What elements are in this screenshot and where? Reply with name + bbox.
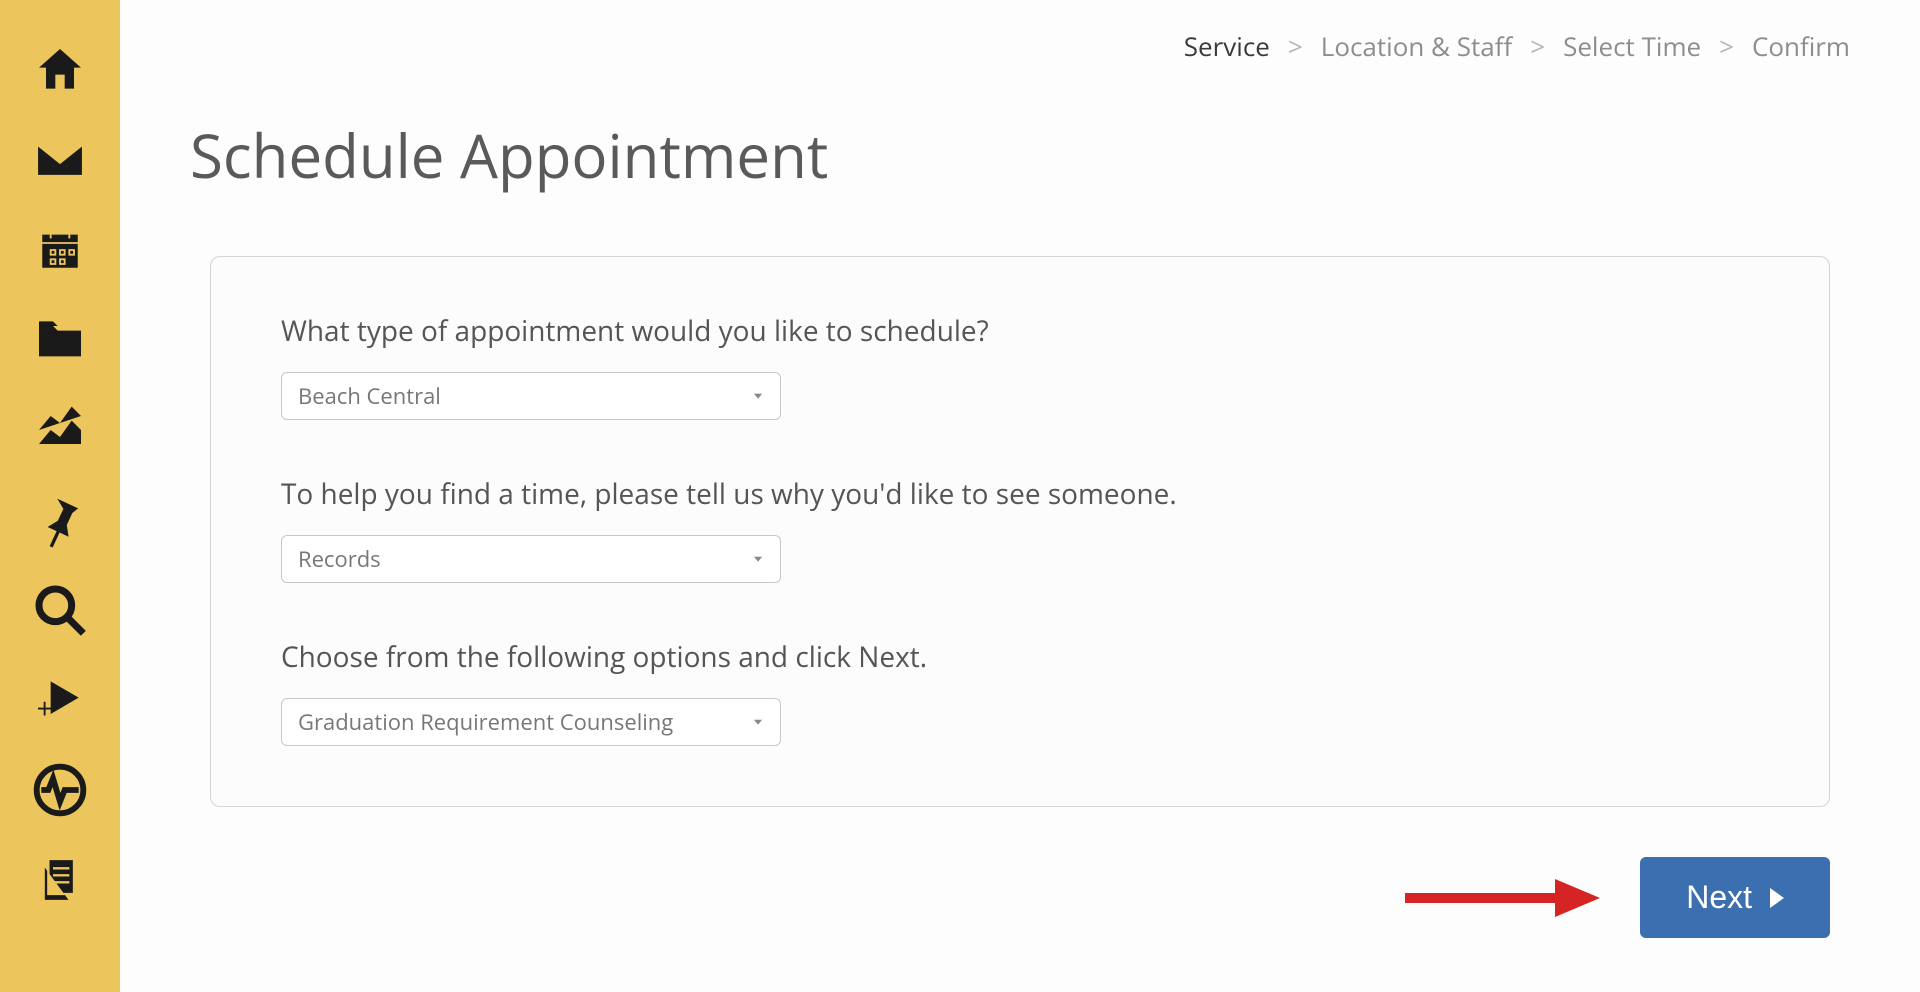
chevron-right-icon: > bbox=[1530, 28, 1545, 64]
select-appointment-type[interactable]: Beach Central bbox=[281, 372, 781, 420]
folder-icon[interactable] bbox=[30, 310, 90, 370]
annotation-arrow-icon bbox=[1400, 873, 1600, 923]
search-icon[interactable] bbox=[30, 580, 90, 640]
pin-icon[interactable] bbox=[30, 490, 90, 550]
next-button[interactable]: Next bbox=[1640, 857, 1830, 938]
chart-icon[interactable] bbox=[30, 400, 90, 460]
pulse-icon[interactable] bbox=[30, 760, 90, 820]
chevron-right-icon: > bbox=[1288, 28, 1303, 64]
label-option: Choose from the following options and cl… bbox=[281, 638, 1759, 676]
docs-icon[interactable] bbox=[30, 850, 90, 910]
play-icon bbox=[1770, 888, 1784, 908]
field-appointment-type: What type of appointment would you like … bbox=[281, 312, 1759, 420]
label-reason: To help you find a time, please tell us … bbox=[281, 475, 1759, 513]
select-option[interactable]: Graduation Requirement Counseling bbox=[281, 698, 781, 746]
chevron-right-icon: > bbox=[1719, 28, 1734, 64]
footer-actions: Next bbox=[180, 857, 1830, 938]
bookmark-add-icon[interactable]: + bbox=[30, 670, 90, 730]
label-appointment-type: What type of appointment would you like … bbox=[281, 312, 1759, 350]
breadcrumb-step-location[interactable]: Location & Staff bbox=[1321, 28, 1512, 64]
page-title: Schedule Appointment bbox=[190, 114, 1860, 196]
next-button-label: Next bbox=[1686, 879, 1752, 916]
form-card: What type of appointment would you like … bbox=[210, 256, 1830, 807]
main-content: Service > Location & Staff > Select Time… bbox=[120, 0, 1920, 992]
mail-icon[interactable] bbox=[30, 130, 90, 190]
calendar-icon[interactable] bbox=[30, 220, 90, 280]
select-reason[interactable]: Records bbox=[281, 535, 781, 583]
breadcrumb-step-confirm[interactable]: Confirm bbox=[1752, 28, 1850, 64]
field-option: Choose from the following options and cl… bbox=[281, 638, 1759, 746]
breadcrumb: Service > Location & Staff > Select Time… bbox=[180, 0, 1860, 64]
breadcrumb-step-time[interactable]: Select Time bbox=[1563, 28, 1701, 64]
svg-text:+: + bbox=[37, 690, 53, 728]
field-reason: To help you find a time, please tell us … bbox=[281, 475, 1759, 583]
breadcrumb-step-service[interactable]: Service bbox=[1184, 28, 1270, 64]
sidebar: + bbox=[0, 0, 120, 992]
home-icon[interactable] bbox=[30, 40, 90, 100]
